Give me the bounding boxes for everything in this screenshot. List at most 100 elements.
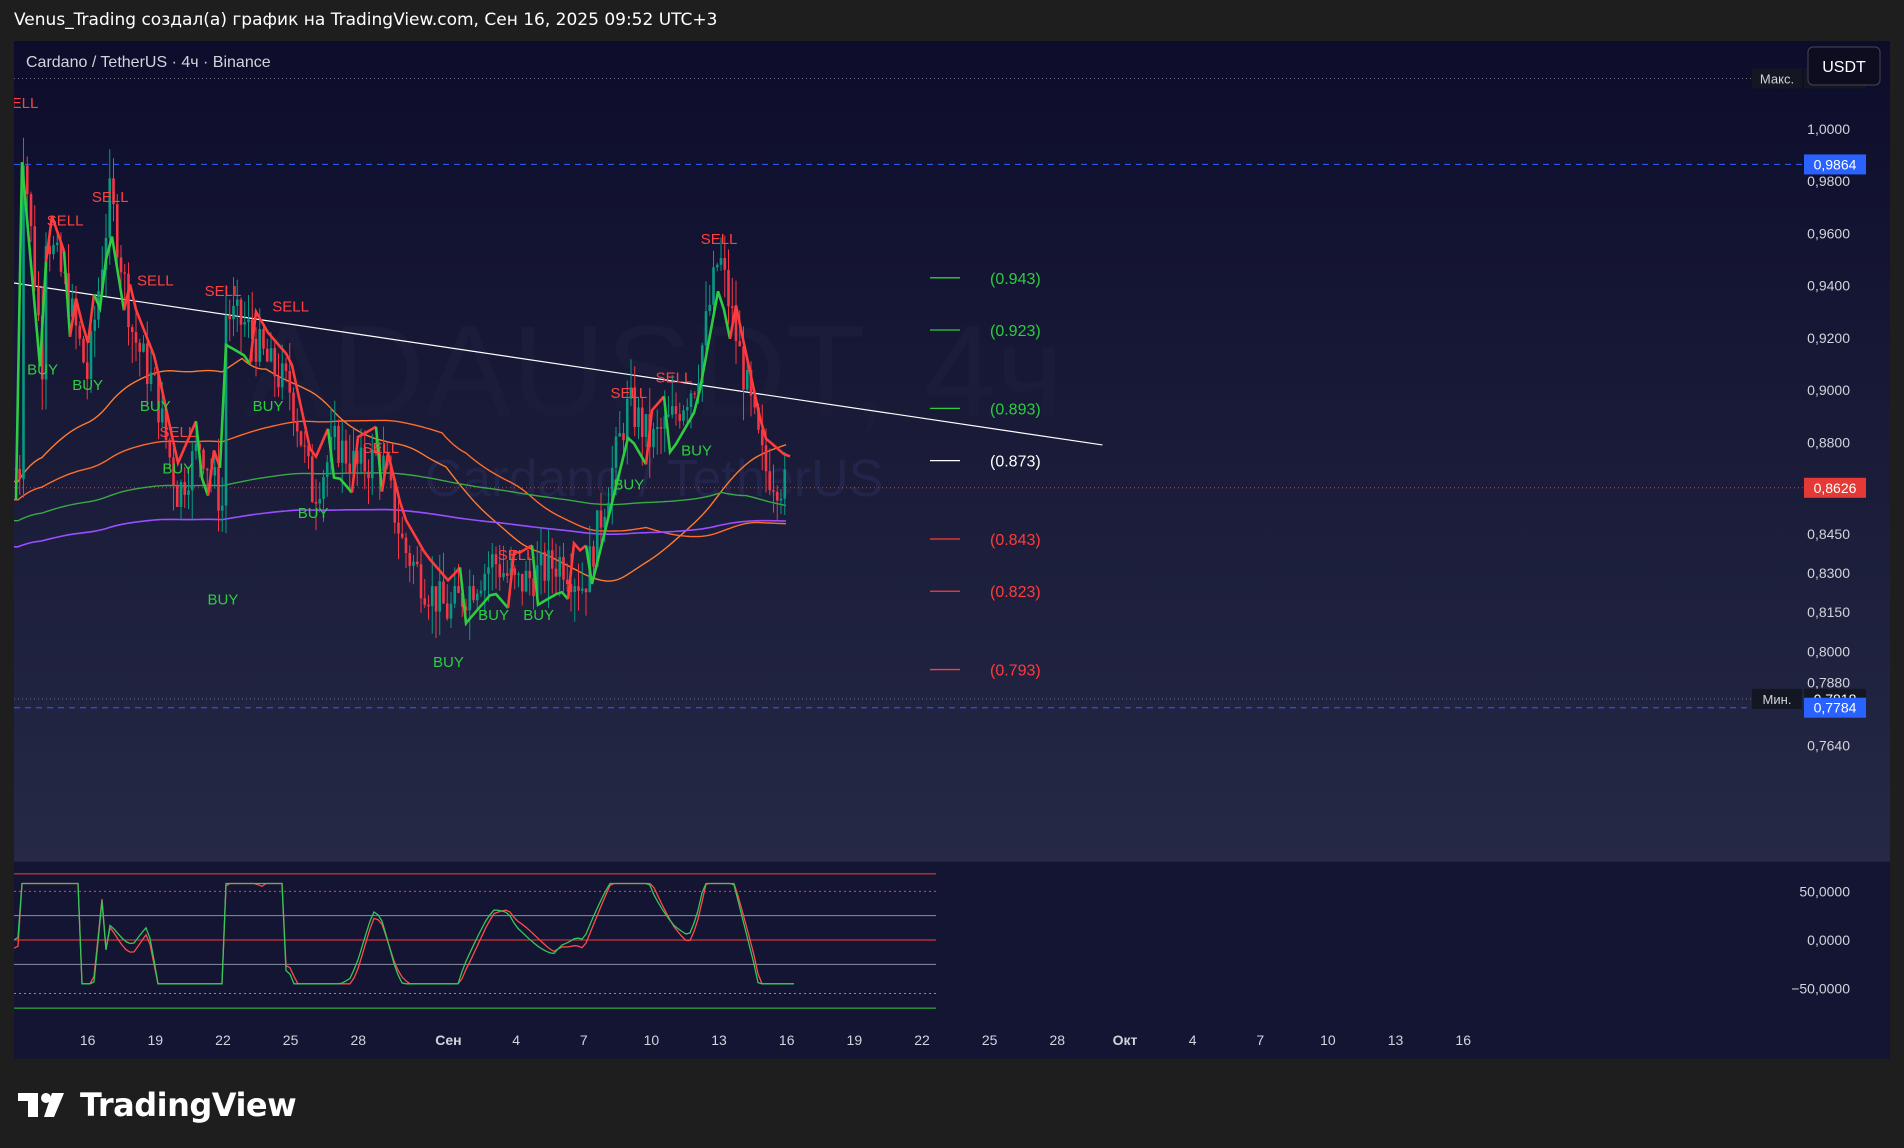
candle-body (205, 468, 209, 471)
buy-signal-label: BUY (433, 654, 464, 671)
time-tick-label: 13 (1388, 1032, 1404, 1048)
candle-body (78, 325, 82, 339)
candle-body (779, 498, 783, 501)
candle-body (614, 436, 618, 468)
candle-body (430, 586, 434, 607)
sell-signal-label: SELL (610, 385, 647, 402)
candle-body (423, 598, 427, 605)
candle-body (288, 370, 292, 393)
sell-signal-label: SELL (159, 424, 196, 441)
target-level-label: (0.823) (990, 584, 1041, 601)
candle-body (123, 272, 127, 274)
candle-body (130, 327, 134, 333)
time-tick-label: 13 (711, 1032, 727, 1048)
price-tick-label: 0,8450 (1807, 526, 1850, 542)
price-tick-label: 0,9000 (1807, 382, 1850, 398)
candle-body (502, 573, 505, 578)
candle-body (25, 165, 29, 195)
candle-body (213, 466, 217, 476)
candle-body (55, 242, 59, 245)
candle-body (93, 319, 97, 331)
candle-body (513, 568, 517, 575)
candle-body (704, 311, 708, 346)
chart-frame[interactable]: ADAUSDT, 4ч Cardano / TetherUS SELL BUY SE… (14, 41, 1890, 1059)
candle-body (745, 369, 749, 390)
buy-signal-label: BUY (613, 476, 644, 493)
candle-body (292, 392, 295, 421)
candle-body (295, 420, 299, 432)
target-level-label: (0.793) (990, 663, 1041, 680)
candle-body (565, 579, 569, 585)
candle-body (715, 264, 719, 268)
candle-body (442, 581, 445, 604)
candle-body (419, 564, 423, 599)
candle-body (153, 372, 157, 375)
candle-body (475, 593, 479, 601)
candle-body (262, 329, 265, 349)
chart-canvas[interactable]: ADAUSDT, 4ч Cardano / TetherUS SELL BUY SE… (14, 41, 1890, 1059)
time-tick-label: 25 (283, 1032, 299, 1048)
time-tick-label: 25 (982, 1032, 998, 1048)
candle-body (505, 573, 509, 576)
time-tick-label: 7 (580, 1032, 588, 1048)
candle-body (239, 299, 243, 325)
candle-body (243, 322, 247, 325)
footer-brand[interactable]: TradingView (18, 1085, 297, 1125)
price-tick-label: 0,9400 (1807, 278, 1850, 294)
currency-button[interactable]: USDT (1807, 46, 1881, 86)
symbol-title: Cardano / TetherUS · 4ч · Binance (26, 54, 271, 71)
candle-body (149, 372, 153, 385)
time-tick-label: 28 (350, 1032, 366, 1048)
candle-body (517, 573, 520, 575)
candle-body (685, 407, 689, 411)
candle-body (175, 485, 179, 507)
candle-body (179, 482, 183, 507)
candle-body (265, 348, 269, 362)
candle-body (599, 510, 603, 528)
candle-body (325, 462, 329, 478)
candle-body (235, 299, 239, 306)
candle-body (723, 258, 727, 270)
level-price-value: 0,7784 (1814, 700, 1857, 716)
candle-body (768, 471, 772, 491)
buy-signal-label: BUY (27, 361, 58, 378)
price-tick-label: 0,7880 (1807, 675, 1850, 691)
candle-body (539, 552, 543, 566)
time-tick-label: 4 (1189, 1032, 1197, 1048)
candle-body (142, 343, 145, 352)
candle-body (194, 443, 198, 452)
candle-body (333, 425, 337, 438)
candle-body (742, 346, 745, 390)
time-tick-label: 7 (1256, 1032, 1264, 1048)
candle-body (217, 466, 220, 511)
level-price-value: 0,9864 (1814, 156, 1857, 172)
price-tick-label: 0,8000 (1807, 643, 1850, 659)
candle-body (622, 433, 625, 441)
min-caption: Мин. (1763, 692, 1792, 707)
candle-body (22, 165, 25, 480)
candle-body (269, 348, 273, 362)
price-tick-label: 0,8800 (1807, 434, 1850, 450)
candle-body (592, 546, 595, 567)
candle-body (562, 556, 565, 580)
target-level-label: (0.943) (990, 271, 1041, 288)
buy-signal-label: BUY (208, 591, 239, 608)
candle-body (108, 178, 112, 238)
candle-body (783, 469, 787, 499)
time-tick-label: 22 (914, 1032, 930, 1048)
candle-body (719, 258, 723, 265)
candle-body (273, 348, 277, 377)
time-tick-label: Окт (1113, 1032, 1138, 1048)
sell-signal-label: SELL (137, 273, 174, 290)
target-level-label: (0.843) (990, 532, 1041, 549)
candle-body (730, 306, 734, 308)
candle-body (625, 398, 629, 441)
sell-signal-label: SELL (701, 231, 738, 248)
candle-body (344, 440, 348, 464)
candle-body (138, 342, 142, 352)
chart-caption: Venus_Trading создал(а) график на Tradin… (14, 10, 718, 30)
candle-body (524, 570, 528, 592)
buy-signal-label: BUY (298, 505, 329, 522)
time-tick-label: 19 (148, 1032, 164, 1048)
candle-body (445, 603, 449, 619)
